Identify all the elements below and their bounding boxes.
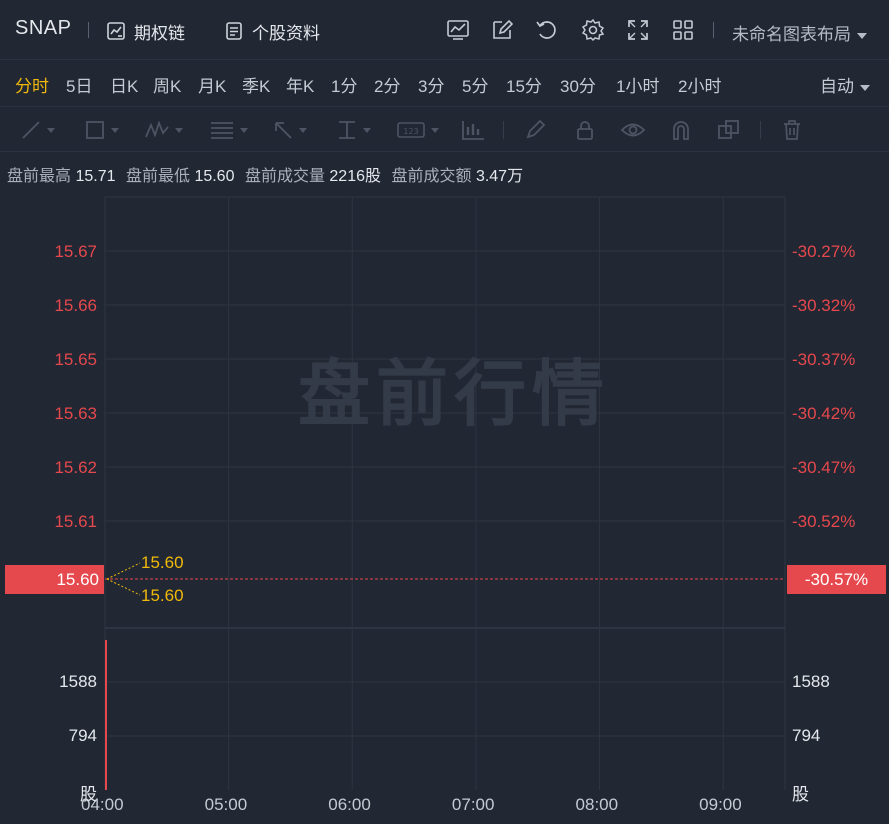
change-axis-label: -30.52% — [792, 512, 855, 531]
high-marker-leader — [106, 562, 141, 580]
price-axis-label: 15.65 — [54, 350, 97, 369]
price-axis-label: 15.62 — [54, 458, 97, 477]
current-change-tag: -30.57% — [787, 565, 886, 594]
high-marker-label: 15.60 — [141, 553, 184, 572]
change-axis-label: -30.37% — [792, 350, 855, 369]
volume-axis-label-right: 股 — [792, 785, 809, 804]
price-axis-label: 15.61 — [54, 512, 97, 531]
volume-axis-label: 1588 — [59, 672, 97, 691]
time-axis-label: 05:00 — [204, 795, 248, 814]
volume-axis-label-right: 794 — [792, 726, 821, 745]
price-axis-label: 15.63 — [54, 404, 97, 423]
price-axis-label: 15.67 — [54, 242, 97, 261]
time-axis-label: 06:00 — [328, 795, 371, 814]
volume-axis-label: 794 — [68, 726, 97, 745]
change-axis-label: -30.27% — [792, 242, 855, 261]
low-marker-leader — [106, 578, 141, 596]
low-marker-label: 15.60 — [141, 586, 184, 605]
time-axis-label: 09:00 — [699, 795, 742, 814]
price-axis-label: 15.66 — [54, 296, 97, 315]
change-axis-label: -30.42% — [792, 404, 855, 423]
volume-bar — [105, 640, 107, 790]
current-price-tag: 15.60 — [5, 565, 104, 594]
change-axis-label: -30.32% — [792, 296, 855, 315]
premarket-watermark: 盘前行情 — [298, 352, 611, 436]
time-axis-label: 08:00 — [575, 795, 619, 814]
time-axis-label: 07:00 — [451, 795, 495, 814]
change-axis-label: -30.47% — [792, 458, 855, 477]
volume-axis-label: 股 — [80, 785, 97, 804]
volume-axis-label-right: 1588 — [792, 672, 830, 691]
